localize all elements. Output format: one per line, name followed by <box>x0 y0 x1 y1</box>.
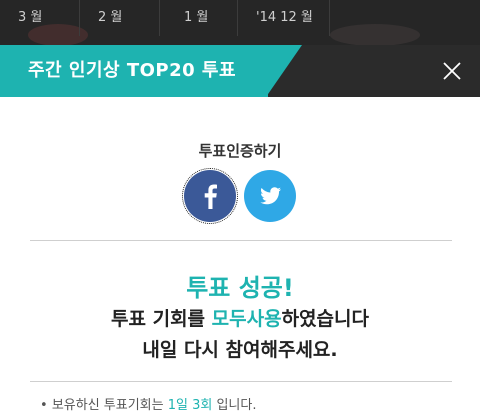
tab-month-12[interactable]: '14 12 월 <box>238 0 330 36</box>
note-text: 보유하신 투표기회는 <box>51 398 168 413</box>
tab-label: 1 월 <box>184 10 209 25</box>
vote-success-title: 투표 성공! <box>186 274 294 302</box>
facebook-share-button[interactable] <box>182 168 238 224</box>
vote-auth-label: 투표인증하기 <box>198 142 282 160</box>
modal-header: 주간 인기상 TOP20 투표 <box>0 45 480 97</box>
message-text: 하였습니다 <box>281 308 369 330</box>
message-text: 투표 기회를 <box>111 308 212 330</box>
tab-month-2[interactable]: 2 월 <box>80 0 160 36</box>
facebook-icon <box>204 184 217 209</box>
note-highlight: 1일 3회 <box>167 398 213 413</box>
twitter-share-button[interactable] <box>244 170 296 222</box>
vote-used-message: 투표 기회를 모두사용하였습니다 <box>0 304 480 331</box>
close-icon <box>443 62 461 80</box>
divider <box>30 240 452 241</box>
month-tab-strip: 3 월 2 월 1 월 '14 12 월 <box>0 0 480 45</box>
background-photo-blob <box>330 24 420 45</box>
tab-month-3[interactable]: 3 월 <box>0 0 80 36</box>
twitter-icon <box>260 187 281 205</box>
tab-month-1[interactable]: 1 월 <box>160 0 238 36</box>
modal-title: 주간 인기상 TOP20 투표 <box>28 60 237 81</box>
close-button[interactable] <box>442 61 462 81</box>
tab-label: '14 12 월 <box>256 10 313 25</box>
note-text: 입니다. <box>212 398 257 413</box>
header-accent-wedge <box>266 45 302 97</box>
retry-message: 내일 다시 참여해주세요. <box>142 339 338 361</box>
tab-label: 3 월 <box>18 10 43 25</box>
tab-label: 2 월 <box>98 10 123 25</box>
divider <box>30 381 452 382</box>
highlight-text: 모두사용 <box>211 308 282 330</box>
